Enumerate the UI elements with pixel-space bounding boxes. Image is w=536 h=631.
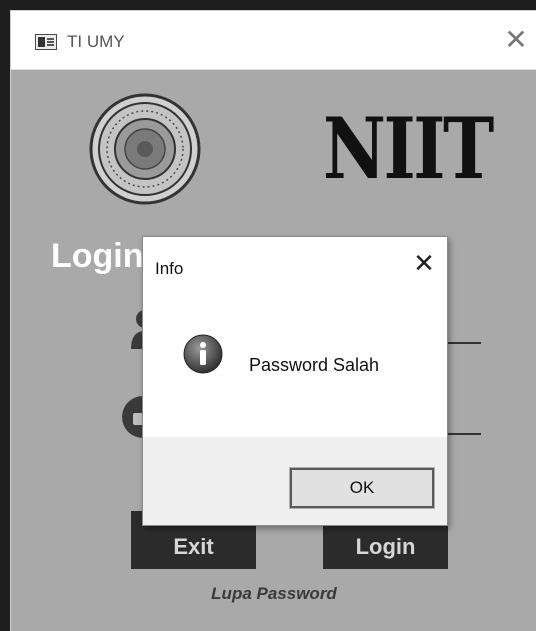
ok-button[interactable]: OK: [289, 467, 435, 509]
window-close-icon[interactable]: ✕: [501, 25, 531, 55]
dialog-close-icon[interactable]: ✕: [408, 247, 440, 279]
info-dialog: Info ✕ Password Salah OK: [142, 236, 448, 526]
dialog-message: Password Salah: [249, 355, 380, 375]
window-title: TI UMY: [67, 32, 125, 51]
niit-logo: NIIT: [323, 99, 494, 198]
dialog-title: Info: [155, 259, 184, 278]
title-bar: TI UMY ✕: [11, 11, 536, 70]
app-window-icon: [35, 34, 57, 50]
university-seal-icon: [89, 93, 201, 205]
dialog-footer: OK: [143, 437, 447, 525]
forgot-password-link[interactable]: Lupa Password: [11, 584, 536, 604]
info-icon: [183, 334, 223, 374]
login-heading: Login: [51, 237, 144, 275]
